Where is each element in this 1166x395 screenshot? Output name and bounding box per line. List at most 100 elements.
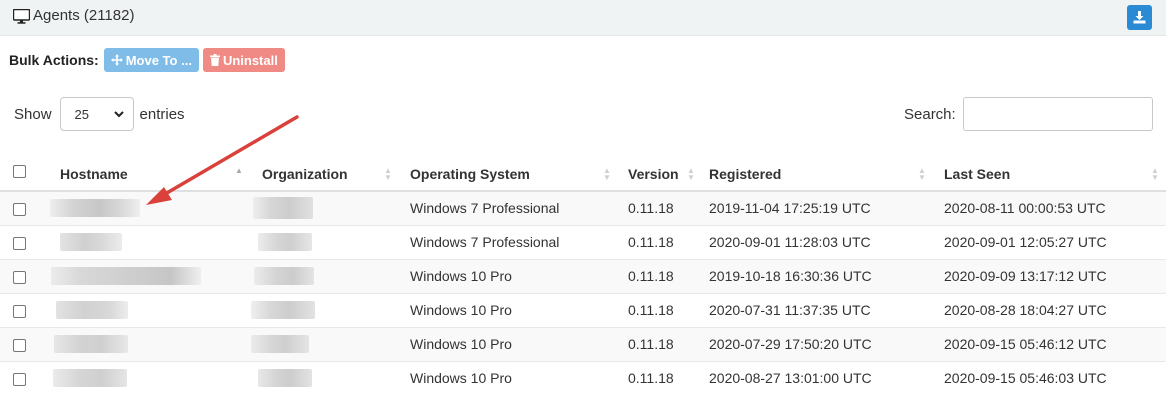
registered-cell: 2020-07-29 17:50:20 UTC: [700, 326, 935, 361]
row-select-cell: [0, 190, 49, 225]
last-seen-value: 2020-08-28 18:04:27 UTC: [944, 302, 1107, 318]
hostname-cell: [49, 224, 253, 259]
entries-select-value: 25: [74, 106, 89, 122]
version-value: 0.11.18: [628, 302, 674, 318]
redacted-organization: [253, 197, 313, 220]
registered-value: 2020-09-01 11:28:03 UTC: [709, 234, 871, 250]
row-checkbox[interactable]: [13, 236, 26, 250]
panel-title: Agents (21182): [33, 7, 135, 24]
version-value: 0.11.18: [628, 336, 674, 352]
last-seen-value: 2020-08-11 00:00:53 UTC: [944, 200, 1106, 217]
last-seen-cell: 2020-09-01 12:05:27 UTC: [935, 224, 1166, 259]
version-value: 0.11.18: [628, 370, 674, 387]
os-value: Windows 10 Pro: [410, 302, 512, 318]
download-button[interactable]: [1127, 5, 1152, 30]
organization-cell: [253, 360, 401, 395]
redacted-organization: [258, 233, 312, 252]
registered-cell: 2020-07-31 11:37:35 UTC: [700, 292, 935, 327]
last-seen-value: 2020-09-15 05:46:03 UTC: [944, 370, 1107, 387]
os-value: Windows 7 Professional: [410, 234, 560, 250]
version-cell: 0.11.18: [619, 360, 700, 395]
hostname-cell: [49, 258, 253, 293]
last-seen-cell: 2020-08-28 18:04:27 UTC: [935, 292, 1166, 327]
sort-icon: ▲ ▼: [1151, 166, 1159, 182]
column-header-registered[interactable]: Registered ▲ ▼: [700, 157, 935, 192]
search-input[interactable]: [962, 97, 1153, 131]
organization-cell: [253, 190, 401, 225]
table-header-row: Hostname ▲ Organization ▲ ▼ Operating Sys…: [0, 157, 1166, 192]
registered-cell: 2020-09-01 11:28:03 UTC: [700, 224, 935, 259]
table-row[interactable]: Windows 10 Pro 0.11.18 2020-08-27 13:01:…: [0, 360, 1166, 395]
row-select-cell: [0, 326, 49, 361]
bulk-actions: Bulk Actions: Move To ... Uninstall: [9, 48, 289, 72]
version-cell: 0.11.18: [619, 258, 700, 293]
os-cell: Windows 10 Pro: [401, 360, 619, 395]
table-row[interactable]: Windows 7 Professional 0.11.18 2019-11-0…: [0, 190, 1166, 225]
select-all-checkbox[interactable]: [13, 165, 26, 179]
sort-icon: ▲ ▼: [603, 166, 611, 182]
table-row[interactable]: Windows 10 Pro 0.11.18 2019-10-18 16:30:…: [0, 258, 1166, 293]
redacted-organization: [251, 301, 315, 320]
os-cell: Windows 7 Professional: [401, 224, 619, 259]
os-value: Windows 7 Professional: [410, 200, 560, 217]
row-checkbox[interactable]: [13, 203, 26, 217]
redacted-hostname: [50, 199, 140, 218]
move-to-button[interactable]: Move To ...: [103, 48, 199, 72]
row-checkbox[interactable]: [13, 338, 26, 352]
search-control: Search:: [904, 97, 1153, 131]
desktop-monitor-icon: [13, 9, 30, 24]
last-seen-cell: 2020-09-15 05:46:03 UTC: [935, 360, 1166, 395]
column-header-hostname[interactable]: Hostname ▲: [49, 157, 253, 192]
organization-cell: [253, 224, 401, 259]
last-seen-cell: 2020-09-15 05:46:12 UTC: [935, 326, 1166, 361]
table-row[interactable]: Windows 10 Pro 0.11.18 2020-07-31 11:37:…: [0, 292, 1166, 327]
column-header-label: Last Seen: [944, 165, 1011, 182]
table-row[interactable]: Windows 7 Professional 0.11.18 2020-09-0…: [0, 224, 1166, 259]
column-header-label: Operating System: [410, 165, 530, 182]
column-header-version[interactable]: Version ▲ ▼: [619, 157, 700, 192]
column-header-organization[interactable]: Organization ▲ ▼: [253, 157, 401, 192]
show-label: Show: [14, 105, 52, 123]
redacted-hostname: [51, 267, 201, 286]
row-checkbox[interactable]: [13, 373, 26, 387]
redacted-hostname: [56, 301, 128, 320]
registered-value: 2019-11-04 17:25:19 UTC: [709, 200, 871, 217]
row-checkbox[interactable]: [13, 304, 26, 318]
table-row[interactable]: Windows 10 Pro 0.11.18 2020-07-29 17:50:…: [0, 326, 1166, 361]
sort-icon: ▲ ▼: [918, 166, 926, 182]
hostname-cell: [49, 190, 253, 225]
redacted-hostname: [53, 369, 127, 388]
column-header-label: Hostname: [60, 165, 128, 182]
last-seen-cell: 2020-08-11 00:00:53 UTC: [935, 190, 1166, 225]
uninstall-button[interactable]: Uninstall: [202, 48, 285, 72]
row-select-cell: [0, 360, 49, 395]
sort-ascending-icon: ▲: [235, 166, 243, 175]
column-header-operating-system[interactable]: Operating System ▲ ▼: [401, 157, 619, 192]
entries-length-control: Show 25 entries: [14, 97, 185, 131]
bulk-actions-label: Bulk Actions:: [9, 52, 99, 68]
version-value: 0.11.18: [628, 200, 674, 217]
column-header-label: Version: [628, 165, 679, 182]
last-seen-value: 2020-09-09 13:17:12 UTC: [944, 268, 1107, 284]
os-cell: Windows 10 Pro: [401, 326, 619, 361]
hostname-cell: [49, 326, 253, 361]
version-value: 0.11.18: [628, 268, 674, 284]
download-icon: [1133, 11, 1146, 24]
last-seen-value: 2020-09-15 05:46:12 UTC: [944, 336, 1107, 352]
os-cell: Windows 10 Pro: [401, 292, 619, 327]
entries-label: entries: [139, 105, 185, 123]
last-seen-cell: 2020-09-09 13:17:12 UTC: [935, 258, 1166, 293]
os-value: Windows 10 Pro: [410, 336, 512, 352]
redacted-organization: [251, 335, 309, 354]
redacted-hostname: [54, 335, 128, 354]
os-value: Windows 10 Pro: [410, 268, 512, 284]
column-header-label: Organization: [262, 165, 348, 182]
registered-value: 2020-07-29 17:50:20 UTC: [709, 336, 872, 352]
entries-select[interactable]: 25: [59, 97, 134, 131]
registered-value: 2020-07-31 11:37:35 UTC: [709, 302, 871, 318]
row-checkbox[interactable]: [13, 270, 26, 284]
search-label: Search:: [904, 105, 956, 123]
hostname-cell: [49, 292, 253, 327]
os-cell: Windows 7 Professional: [401, 190, 619, 225]
column-header-last-seen[interactable]: Last Seen ▲ ▼: [935, 157, 1166, 192]
